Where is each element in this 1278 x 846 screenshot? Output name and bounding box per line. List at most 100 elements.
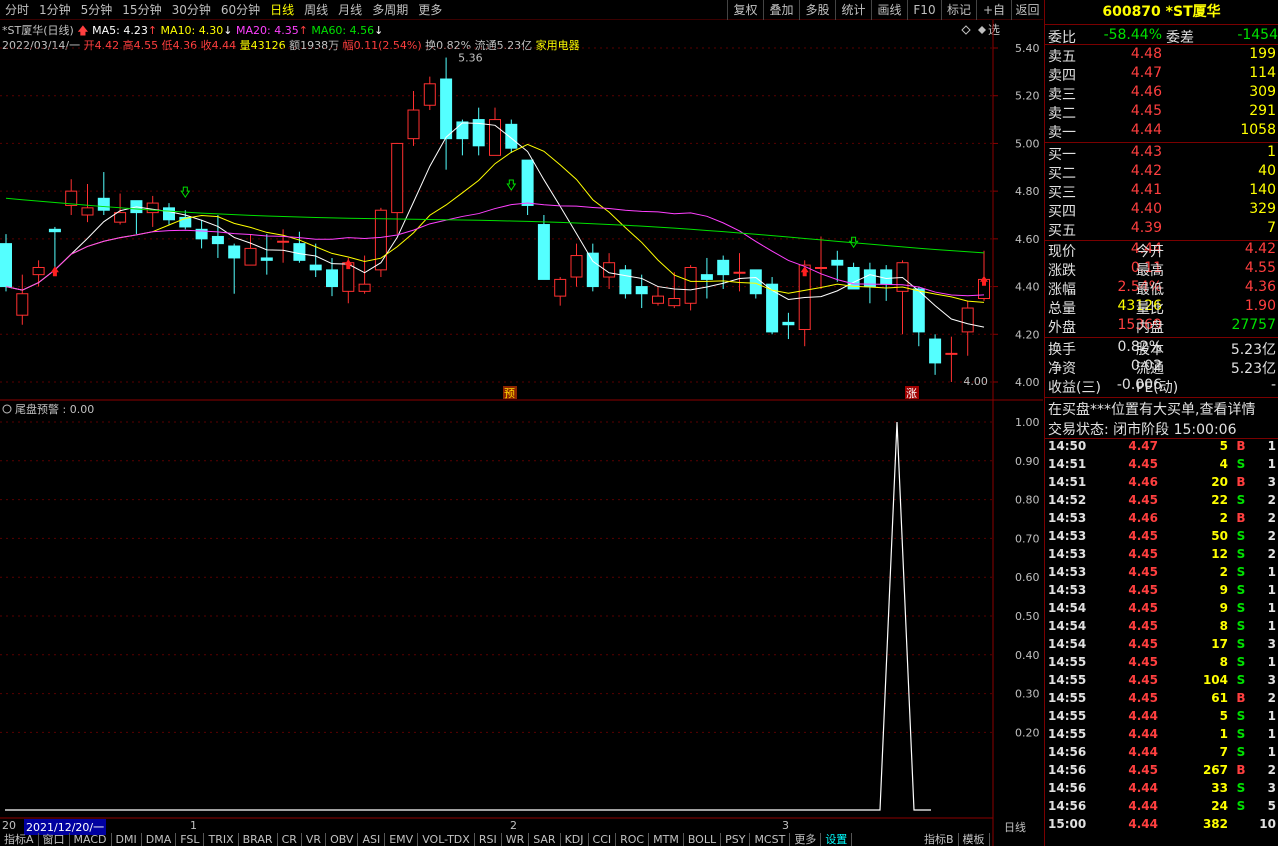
tick-cell: 1 [1267, 457, 1276, 471]
tick-cell: 61 [1211, 691, 1228, 705]
quote-row: 外盘 15369 内盘 27757 [1048, 317, 1278, 336]
quote-row: 卖四 4.47 114 [1048, 65, 1278, 84]
indicator-tab[interactable]: 指标A [0, 833, 39, 846]
tick-cell: 9 [1219, 583, 1228, 597]
tick-cell: 8 [1219, 619, 1228, 633]
candle-body [97, 197, 110, 211]
candle-body [537, 224, 550, 280]
indicator-tab[interactable]: BRAR [239, 833, 278, 846]
indicator-tab[interactable]: MTM [649, 833, 684, 846]
tick-cell: S [1236, 565, 1246, 579]
candle-body [586, 252, 599, 288]
tick-cell: 14:56 [1048, 763, 1087, 777]
indicator-tab[interactable]: 更多 [790, 833, 822, 846]
tick-cell: 4.44 [1128, 817, 1158, 831]
candle-body [505, 123, 518, 149]
indicator-tab[interactable]: 设置 [821, 833, 853, 846]
candle-body [309, 264, 322, 271]
quote-cell: 4.42 [1130, 163, 1162, 179]
ind-tick: 0.70 [1015, 532, 1040, 545]
indicator-tab[interactable]: DMA [142, 833, 177, 846]
candle-body [81, 207, 94, 216]
tick-cell: 1 [1267, 709, 1276, 723]
year-label: 20 [2, 819, 16, 832]
indicator-tab[interactable]: 窗口 [39, 833, 70, 846]
quote-cell: 现价 [1048, 244, 1076, 260]
indicator-tab[interactable]: CCI [589, 833, 617, 846]
tick-cell: 4.45 [1128, 529, 1158, 543]
indicator-tab[interactable]: RSI [475, 833, 502, 846]
tick-cell: 2 [1267, 763, 1276, 777]
quote-row: 总量 43126 量比 1.90 [1048, 298, 1278, 317]
candle-body [358, 283, 371, 292]
indicator-tab[interactable]: ASI [358, 833, 386, 846]
indicator-tab[interactable]: BOLL [684, 833, 722, 846]
month-tick: 1 [190, 819, 197, 832]
quote-row: 卖一 4.44 1058 [1048, 122, 1278, 141]
quote-cell: 卖四 [1048, 68, 1076, 84]
pre-label: 预 [504, 387, 515, 400]
tick-cell: 14:55 [1048, 673, 1087, 687]
tick-cell: 14:55 [1048, 727, 1087, 741]
big-order-notice[interactable]: 在买盘***位置有大买单,查看详情 [1048, 399, 1255, 419]
tick-row: 14:55 4.45 104 S 3 [1048, 673, 1278, 691]
indicator-tab[interactable]: DMI [112, 833, 142, 846]
indicator-toggle-icon[interactable] [2, 404, 12, 414]
quote-cell: 流通 [1136, 361, 1164, 377]
indicator-tab[interactable]: PSY [721, 833, 751, 846]
indicator-tab[interactable]: MCST [750, 833, 791, 846]
price-tick: 5.20 [1015, 90, 1040, 103]
indicator-tab[interactable]: ROC [616, 833, 650, 846]
indicator-tab[interactable]: EMV [385, 833, 419, 846]
quote-cell: 涨幅 [1048, 282, 1076, 298]
indicator-tab[interactable]: MACD [70, 833, 112, 846]
quote-cell: 4.47 [1130, 65, 1162, 81]
tick-cell: 14:55 [1048, 709, 1087, 723]
indicator-tab[interactable]: OBV [326, 833, 359, 846]
indicator-tab[interactable]: VOL-TDX [418, 833, 475, 846]
indicator-tab[interactable]: SAR [529, 833, 561, 846]
candle-body [717, 259, 730, 276]
indicator-tab[interactable]: CR [278, 833, 302, 846]
tick-cell: 22 [1211, 493, 1228, 507]
ind-tick: 1.00 [1015, 416, 1040, 429]
indicator-tab[interactable]: KDJ [561, 833, 589, 846]
indicator-tab[interactable]: FSL [176, 833, 205, 846]
candle-body [700, 274, 713, 280]
tick-cell: S [1236, 583, 1246, 597]
tick-row: 14:54 4.45 8 S 1 [1048, 619, 1278, 637]
candle-body [244, 247, 257, 266]
ind-tick: 0.30 [1015, 688, 1040, 701]
tick-row: 14:56 4.45 267 B 2 [1048, 763, 1278, 781]
settings-diamond-icon[interactable] [961, 25, 971, 35]
indicator-tab[interactable]: TRIX [204, 833, 239, 846]
tick-cell: 7 [1219, 745, 1228, 759]
tick-cell: 4.45 [1128, 547, 1158, 561]
quote-cell: 4.43 [1130, 144, 1162, 160]
kline-chart[interactable]: 5.40 5.20 5.00 4.80 4.60 4.40 4.20 4.00 1.00 0.90… [0, 0, 1043, 846]
candle-body [293, 243, 306, 261]
quote-cell: 140 [1249, 182, 1276, 198]
tick-cell: S [1236, 709, 1246, 723]
price-tick: 4.20 [1015, 328, 1040, 341]
tick-cell: 2 [1267, 493, 1276, 507]
indicator-tab[interactable]: WR [502, 833, 530, 846]
indicator-tab[interactable]: 模板 [959, 833, 990, 846]
quote-cell: 买四 [1048, 204, 1076, 220]
quote-cell: 199 [1249, 46, 1276, 62]
tick-cell: 10 [1259, 817, 1276, 831]
quote-row: 买二 4.42 40 [1048, 163, 1278, 182]
indicator-tab[interactable]: 指标B [920, 833, 959, 846]
quote-cell: 卖五 [1048, 49, 1076, 65]
indicator-tab[interactable]: VR [302, 833, 327, 846]
stock-code: 600870 [1102, 4, 1161, 20]
tick-cell: B [1236, 763, 1246, 777]
collapse-diamond-icon[interactable] [978, 26, 986, 34]
tick-cell: 4.47 [1128, 439, 1158, 453]
tick-cell: B [1236, 691, 1246, 705]
tick-cell: 1 [1267, 655, 1276, 669]
quote-cell: 股本 [1136, 342, 1164, 358]
candle-body [554, 278, 567, 297]
panel-divider [1045, 44, 1278, 45]
quote-cell: 卖三 [1048, 87, 1076, 103]
